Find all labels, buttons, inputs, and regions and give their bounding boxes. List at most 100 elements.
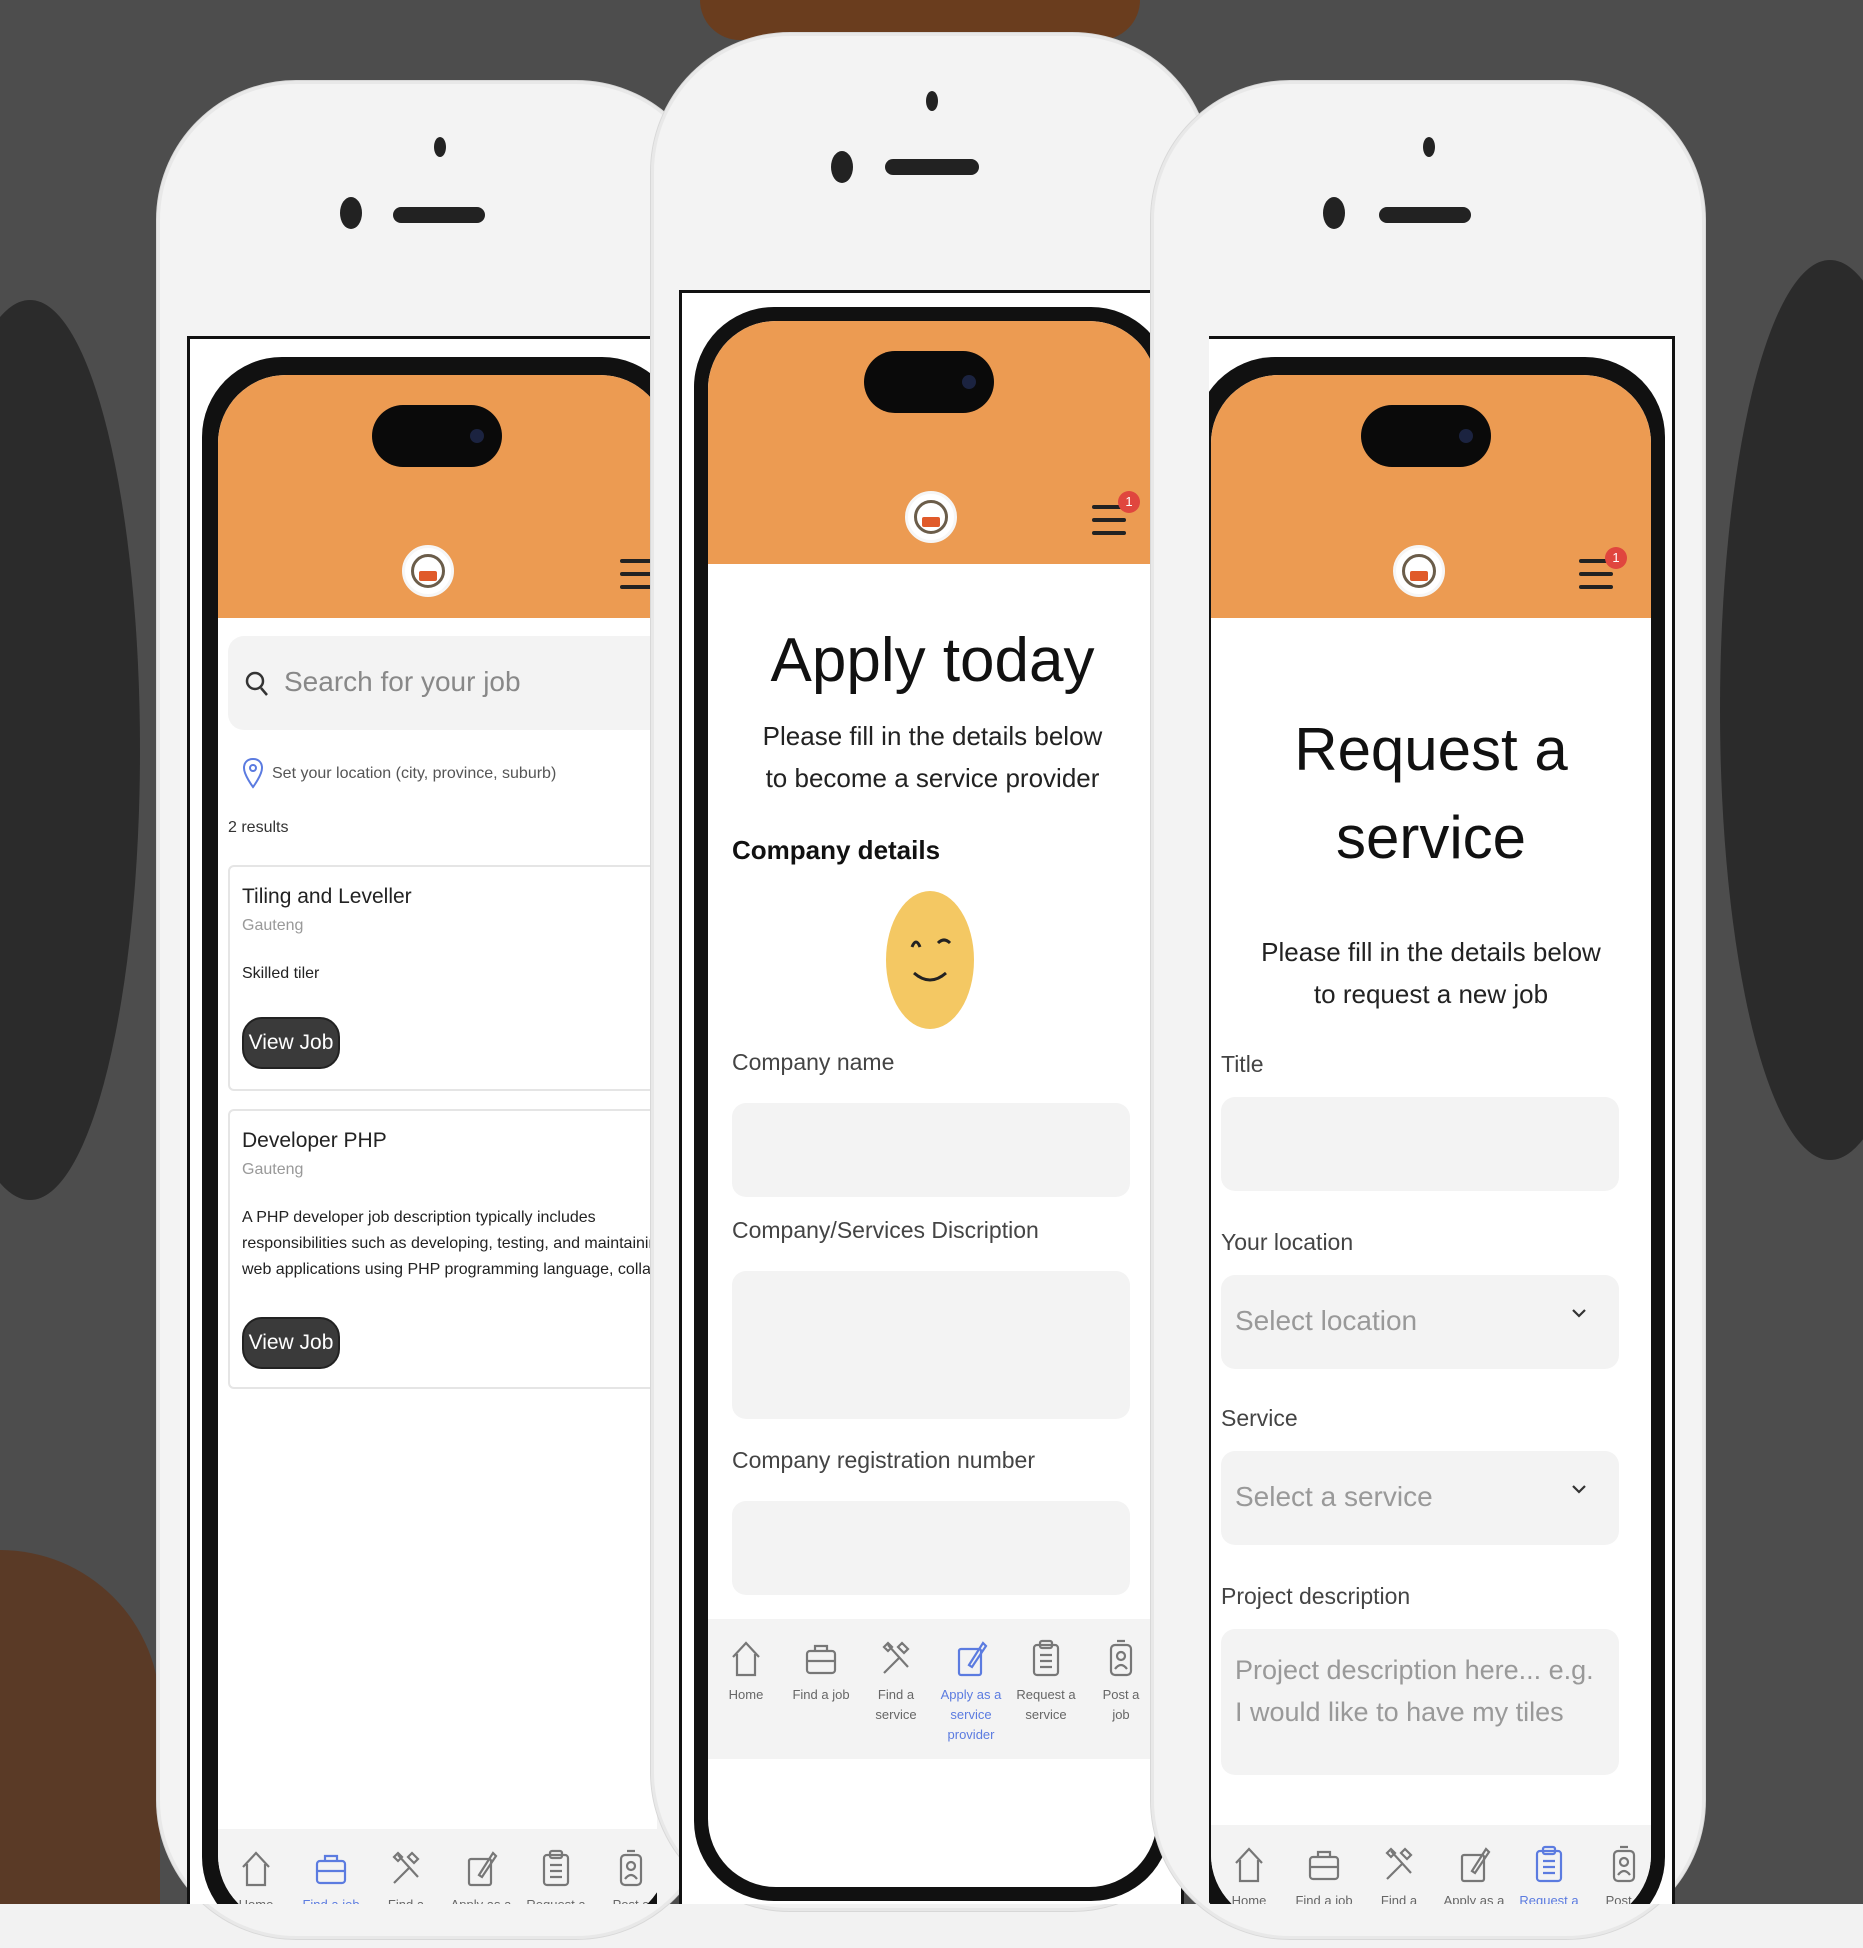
nav-item-label-line: Home — [728, 1687, 764, 1702]
nav-item[interactable]: Request aservice — [524, 1847, 588, 1904]
nav-item-label: Request aservice — [524, 1895, 588, 1904]
nav-item-label: Post ajob — [599, 1895, 657, 1904]
results-count: 2 results — [228, 819, 289, 836]
nav-item[interactable]: Find a job — [1292, 1843, 1356, 1904]
field-label-company-name: Company name — [732, 1049, 895, 1075]
nav-item-label: Home — [714, 1685, 778, 1705]
app-logo[interactable] — [402, 545, 454, 597]
hamburger-icon — [620, 559, 654, 563]
phone-camera — [340, 197, 362, 229]
notification-badge: 1 — [1605, 547, 1627, 569]
badge-icon — [1109, 1639, 1133, 1677]
edit-icon — [1460, 1847, 1491, 1883]
nav-item-label-line: Find a — [374, 1895, 438, 1904]
project-placeholder: I would like to have my tiles — [1235, 1697, 1564, 1727]
phone-camera — [831, 151, 853, 183]
screen-frame-apply: 1 Apply today Please fill in the details… — [679, 290, 1184, 1904]
logo-crest-icon — [1402, 554, 1436, 588]
nav-item[interactable]: Find a job — [789, 1637, 853, 1705]
nav-item-label: Find a job — [789, 1685, 853, 1705]
nav-item[interactable]: Apply as aserviceprovider — [449, 1847, 513, 1904]
nav-item-label: Home — [224, 1895, 288, 1904]
phone-speaker — [1379, 207, 1471, 223]
service-select[interactable]: Select a service — [1221, 1451, 1619, 1545]
location-select-placeholder: Select location — [1235, 1305, 1418, 1336]
project-placeholder: Project description here... e.g. — [1235, 1655, 1594, 1685]
company-description-input[interactable] — [732, 1271, 1130, 1419]
job-description: Skilled tiler — [242, 965, 320, 982]
title-input[interactable] — [1221, 1097, 1619, 1191]
nav-item[interactable]: Request aservice — [1517, 1843, 1581, 1904]
job-description-line: web applications using PHP programming l… — [242, 1261, 657, 1278]
nav-item[interactable]: Post ajob — [1089, 1637, 1153, 1725]
nav-item[interactable]: Home — [224, 1847, 288, 1904]
nav-item-label: Apply as aserviceprovider — [1442, 1891, 1506, 1904]
avatar-upload[interactable] — [886, 891, 974, 1029]
registration-number-input[interactable] — [732, 1501, 1130, 1595]
search-input[interactable]: Search for your job — [228, 636, 657, 730]
app-header: 1 — [218, 375, 657, 618]
nav-item-label: Post ajob — [1089, 1685, 1153, 1725]
phone-speaker — [393, 207, 485, 223]
location-link[interactable]: Set your location (city, province, subur… — [272, 765, 556, 783]
nav-item-label-line: Find a — [877, 1687, 915, 1702]
bottom-nav: HomeFind a jobFind aservice Apply as aser… — [1211, 1825, 1651, 1904]
nav-item[interactable]: Post ajob — [1592, 1843, 1651, 1904]
edit-icon — [957, 1641, 988, 1677]
field-label-service: Service — [1221, 1405, 1298, 1431]
nav-item-label-line: Apply as a — [1443, 1893, 1505, 1904]
view-job-button[interactable]: View Job — [242, 1317, 340, 1369]
job-card[interactable]: Developer PHP Gauteng A PHP developer jo… — [228, 1109, 657, 1389]
nav-item-label-line: Apply as a — [449, 1895, 513, 1904]
nav-item-label-line: Post a — [1102, 1687, 1140, 1702]
background-brown-left — [0, 1550, 160, 1904]
clipboard-icon — [1535, 1845, 1563, 1883]
phone-sensor — [434, 137, 446, 157]
location-select[interactable]: Select location — [1221, 1275, 1619, 1369]
chevron-down-icon — [1572, 1309, 1586, 1318]
nav-item[interactable]: Home — [1217, 1843, 1281, 1904]
badge-icon — [1612, 1845, 1636, 1883]
app-logo[interactable] — [905, 491, 957, 543]
page-title: Apply today — [770, 626, 1095, 695]
nav-item[interactable]: Apply as aserviceprovider — [939, 1637, 1003, 1745]
view-job-button[interactable]: View Job — [242, 1017, 340, 1069]
nav-item[interactable]: Apply as aserviceprovider — [1442, 1843, 1506, 1904]
briefcase-icon — [805, 1644, 837, 1675]
briefcase-icon — [315, 1854, 347, 1885]
company-name-input[interactable] — [732, 1103, 1130, 1197]
tools-icon — [882, 1641, 910, 1674]
nav-item-label-line: Request a — [524, 1895, 588, 1904]
phone-sensor — [926, 91, 938, 111]
nav-item[interactable]: Find aservice — [374, 1847, 438, 1904]
nav-item[interactable]: Find a job — [299, 1847, 363, 1904]
field-label-title: Title — [1221, 1051, 1264, 1077]
search-icon — [245, 671, 268, 696]
page-subtitle: to become a service provider — [765, 763, 1100, 793]
location-pin-icon[interactable] — [242, 757, 264, 791]
page-subtitle: Please fill in the details below — [1261, 937, 1601, 967]
nav-item[interactable]: Request aservice — [1014, 1637, 1078, 1725]
app-logo[interactable] — [1393, 545, 1445, 597]
nav-item[interactable]: Post ajob — [599, 1847, 657, 1904]
nav-item-label: Post ajob — [1592, 1891, 1651, 1904]
job-description-line: A PHP developer job description typicall… — [242, 1209, 596, 1226]
job-card[interactable]: Tiling and Leveller Gauteng Skilled tile… — [228, 865, 657, 1091]
notification-badge: 1 — [1118, 491, 1140, 513]
bottom-nav: Home Find a job Find a service Apply as aser… — [708, 1619, 1157, 1759]
nav-item-label-line: Find a — [1380, 1893, 1418, 1904]
nav-item[interactable]: Home — [714, 1637, 778, 1705]
nav-item[interactable]: Find aservice — [1367, 1843, 1431, 1904]
field-label-location: Your location — [1221, 1229, 1354, 1255]
project-description-input[interactable]: Project description here... e.g. I would… — [1221, 1629, 1619, 1775]
field-label-registration: Company registration number — [732, 1447, 1035, 1473]
nav-item-label: Find a job — [299, 1895, 363, 1904]
nav-item[interactable]: Find a service — [864, 1637, 928, 1725]
phone-speaker — [885, 159, 979, 175]
page-title: Request a — [1294, 716, 1568, 783]
nav-item-label-line: service — [875, 1707, 917, 1722]
field-label-project: Project description — [1221, 1583, 1411, 1609]
home-icon — [242, 1851, 270, 1887]
app-header: 1 — [708, 321, 1157, 564]
dynamic-island — [372, 405, 502, 467]
